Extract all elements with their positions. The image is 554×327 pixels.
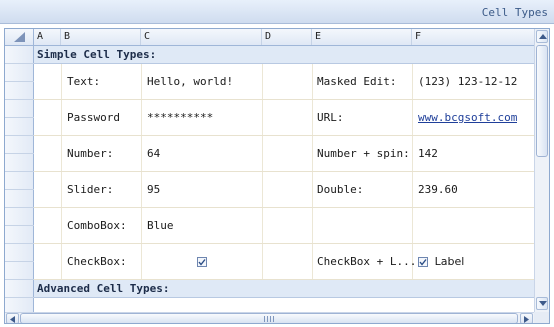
column-header-d[interactable]: D [262, 29, 312, 45]
masked-edit-cell[interactable]: (123) 123-12-12 [418, 64, 517, 99]
grid: A B C D E F Simple Cell Types: Text: Hel… [5, 29, 534, 312]
checkbox-label-text: Label [434, 255, 465, 268]
url-link[interactable]: www.bcgsoft.com [418, 100, 517, 135]
label-double: Double: [317, 183, 364, 196]
label-combobox: ComboBox: [67, 219, 127, 232]
check-icon [419, 259, 427, 266]
column-header-f[interactable]: F [412, 29, 534, 45]
label-password: Password [67, 111, 120, 124]
checkbox[interactable] [418, 257, 428, 267]
vertical-scrollbar[interactable] [534, 29, 549, 312]
checkbox-cell[interactable] [197, 244, 207, 279]
row-header[interactable] [5, 226, 34, 244]
label-number-spin: Number + spin: [317, 147, 410, 160]
column-header-c[interactable]: C [141, 29, 262, 45]
label-slider: Slider: [67, 183, 114, 196]
row-header[interactable] [5, 154, 34, 172]
row-header[interactable] [5, 298, 34, 312]
label-text: Text: [67, 75, 101, 88]
row-header[interactable] [5, 244, 34, 262]
number-cell[interactable]: 64 [147, 136, 160, 171]
grid-frame: A B C D E F Simple Cell Types: Text: Hel… [4, 28, 550, 324]
scroll-down-button[interactable] [536, 297, 548, 310]
checkbox[interactable] [197, 257, 207, 267]
number-spin-cell[interactable]: 142 [418, 136, 438, 171]
size-grip [534, 312, 549, 323]
column-header-e[interactable]: E [312, 29, 412, 45]
horizontal-scroll-thumb[interactable] [20, 313, 518, 323]
column-header-a[interactable]: A [34, 29, 61, 45]
label-number: Number: [67, 147, 114, 160]
arrow-right-icon [524, 316, 529, 323]
table-row: Number: 64 Number + spin: 142 [34, 136, 534, 172]
table-row: ComboBox: Blue [34, 208, 534, 244]
row-header[interactable] [5, 82, 34, 100]
double-cell[interactable]: 239.60 [418, 172, 458, 207]
row-header[interactable] [5, 118, 34, 136]
vertical-scroll-thumb[interactable] [536, 45, 548, 157]
group-row-advanced[interactable]: Advanced Cell Types: [34, 280, 534, 298]
slider-cell[interactable]: 95 [147, 172, 160, 207]
label-checkbox: CheckBox: [67, 255, 127, 268]
select-all-corner[interactable] [5, 29, 34, 45]
password-cell[interactable]: ********** [147, 100, 213, 135]
label-checkbox-label: CheckBox + L... [317, 255, 417, 268]
arrow-left-icon [10, 316, 15, 323]
checkbox-label-cell[interactable]: Label [418, 244, 464, 279]
text-cell[interactable]: Hello, world! [147, 64, 233, 99]
row-header[interactable] [5, 262, 34, 280]
table-row: Password ********** URL: www.bcgsoft.com [34, 100, 534, 136]
group-row-simple[interactable]: Simple Cell Types: [34, 46, 534, 64]
cell-area: Simple Cell Types: Text: Hello, world! M… [34, 46, 534, 312]
row-header[interactable] [5, 172, 34, 190]
table-row: Slider: 95 Double: 239.60 [34, 172, 534, 208]
row-header[interactable] [5, 64, 34, 82]
row-header[interactable] [5, 208, 34, 226]
label-url: URL: [317, 111, 344, 124]
window-title: Cell Types [481, 6, 548, 19]
combobox-cell[interactable]: Blue [147, 208, 174, 243]
select-all-icon [14, 32, 25, 42]
label-masked-edit: Masked Edit: [317, 75, 397, 88]
row-header[interactable] [5, 46, 34, 64]
scroll-right-button[interactable] [520, 313, 533, 323]
row-header-bar [5, 46, 34, 312]
row-header[interactable] [5, 280, 34, 298]
column-header-b[interactable]: B [61, 29, 141, 45]
horizontal-scrollbar[interactable] [5, 312, 534, 323]
grip-icon [264, 316, 274, 322]
row-header[interactable] [5, 136, 34, 154]
group-title-simple: Simple Cell Types: [37, 48, 157, 61]
arrow-up-icon [539, 34, 547, 39]
check-icon [198, 259, 206, 266]
scroll-left-button[interactable] [6, 313, 19, 323]
arrow-down-icon [539, 301, 547, 306]
row-header[interactable] [5, 100, 34, 118]
group-title-advanced: Advanced Cell Types: [37, 282, 170, 295]
table-row: Text: Hello, world! Masked Edit: (123) 1… [34, 64, 534, 100]
scroll-up-button[interactable] [536, 30, 548, 43]
column-header-bar: A B C D E F [5, 29, 534, 46]
table-row: CheckBox: CheckBox + L... Label [34, 244, 534, 280]
title-bar: Cell Types [0, 0, 554, 24]
row-header[interactable] [5, 190, 34, 208]
